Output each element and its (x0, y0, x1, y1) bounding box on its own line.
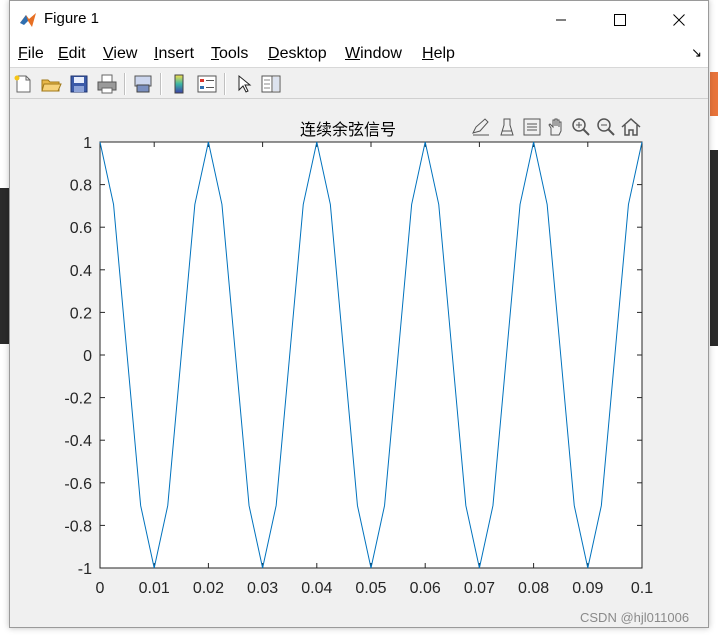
x-tick-label: 0.03 (247, 580, 278, 597)
x-tick-label: 0.02 (193, 580, 224, 597)
x-tick-label: 0.09 (572, 580, 603, 597)
x-tick-label: 0.04 (301, 580, 332, 597)
y-tick-label: 0.8 (70, 178, 92, 195)
watermark-text: CSDN @hjl011006 (580, 610, 690, 625)
x-tick-label: 0 (96, 580, 105, 597)
y-tick-label: 0.4 (70, 263, 92, 280)
plot-title: 连续余弦信号 (300, 120, 397, 139)
plot-axes[interactable]: 0 0.01 0.02 0.03 0.04 0.05 0.06 0.07 0.08 0.09 0.1… (0, 0, 718, 636)
x-tick-label: 0.01 (139, 580, 170, 597)
y-tick-label: -0.8 (64, 518, 92, 535)
x-tick-label: 0.1 (631, 580, 653, 597)
y-tick-label: 0.2 (70, 305, 92, 322)
y-tick-label: 1 (83, 135, 92, 152)
x-tick-label: 0.07 (464, 580, 495, 597)
y-tick-label: -0.4 (64, 433, 92, 450)
y-tick-label: -1 (78, 561, 92, 578)
y-tick-label: 0.6 (70, 220, 92, 237)
x-tick-label: 0.08 (518, 580, 549, 597)
x-tick-label: 0.06 (410, 580, 441, 597)
y-tick-label: 0 (83, 348, 92, 365)
y-tick-label: -0.2 (64, 391, 92, 408)
x-tick-label: 0.05 (355, 580, 386, 597)
y-tick-label: -0.6 (64, 476, 92, 493)
